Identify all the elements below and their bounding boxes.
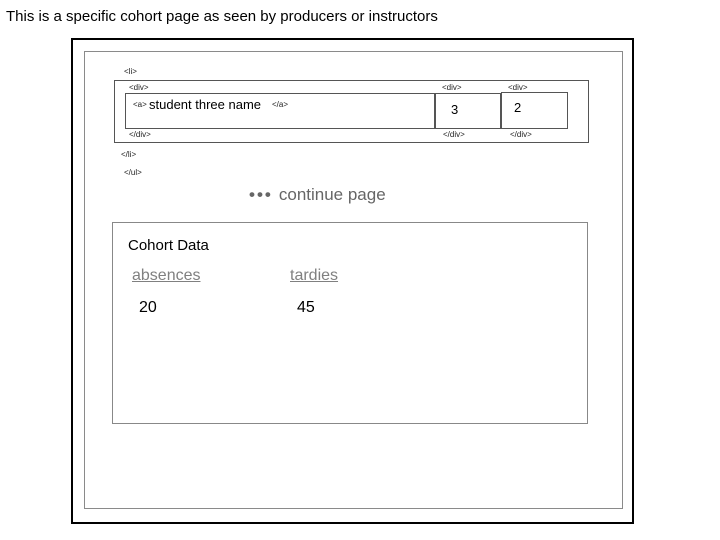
col2-div-open-tag: <div> <box>508 83 528 92</box>
page-caption: This is a specific cohort page as seen b… <box>6 8 438 25</box>
absences-total: 20 <box>139 299 157 316</box>
absences-header[interactable]: absences <box>132 267 201 285</box>
absences-count: 3 <box>451 102 459 117</box>
ul-close-tag: </ul> <box>124 168 142 177</box>
li-close-tag: </li> <box>121 150 137 159</box>
ellipsis-icon: ••• <box>249 185 273 204</box>
li-open-tag: <li> <box>124 67 137 76</box>
anchor-close-tag: </a> <box>272 100 289 109</box>
tardies-header[interactable]: tardies <box>290 267 338 285</box>
row-div-close-tag: </div> <box>129 130 151 139</box>
student-name-link[interactable]: student three name <box>149 97 261 112</box>
tardies-cell <box>501 92 568 129</box>
absences-cell <box>435 93 501 129</box>
continue-page-label: continue page <box>278 185 386 204</box>
continue-page-note: ••• continue page <box>249 185 386 205</box>
col2-div-close-tag: </div> <box>510 130 532 139</box>
cohort-data-title: Cohort Data <box>128 237 209 254</box>
tardies-total: 45 <box>297 299 315 316</box>
col1-div-open-tag: <div> <box>442 83 462 92</box>
tardies-count: 2 <box>514 100 522 115</box>
row-div-open-tag: <div> <box>129 83 149 92</box>
anchor-open-tag: <a> <box>133 100 147 109</box>
col1-div-close-tag: </div> <box>443 130 465 139</box>
